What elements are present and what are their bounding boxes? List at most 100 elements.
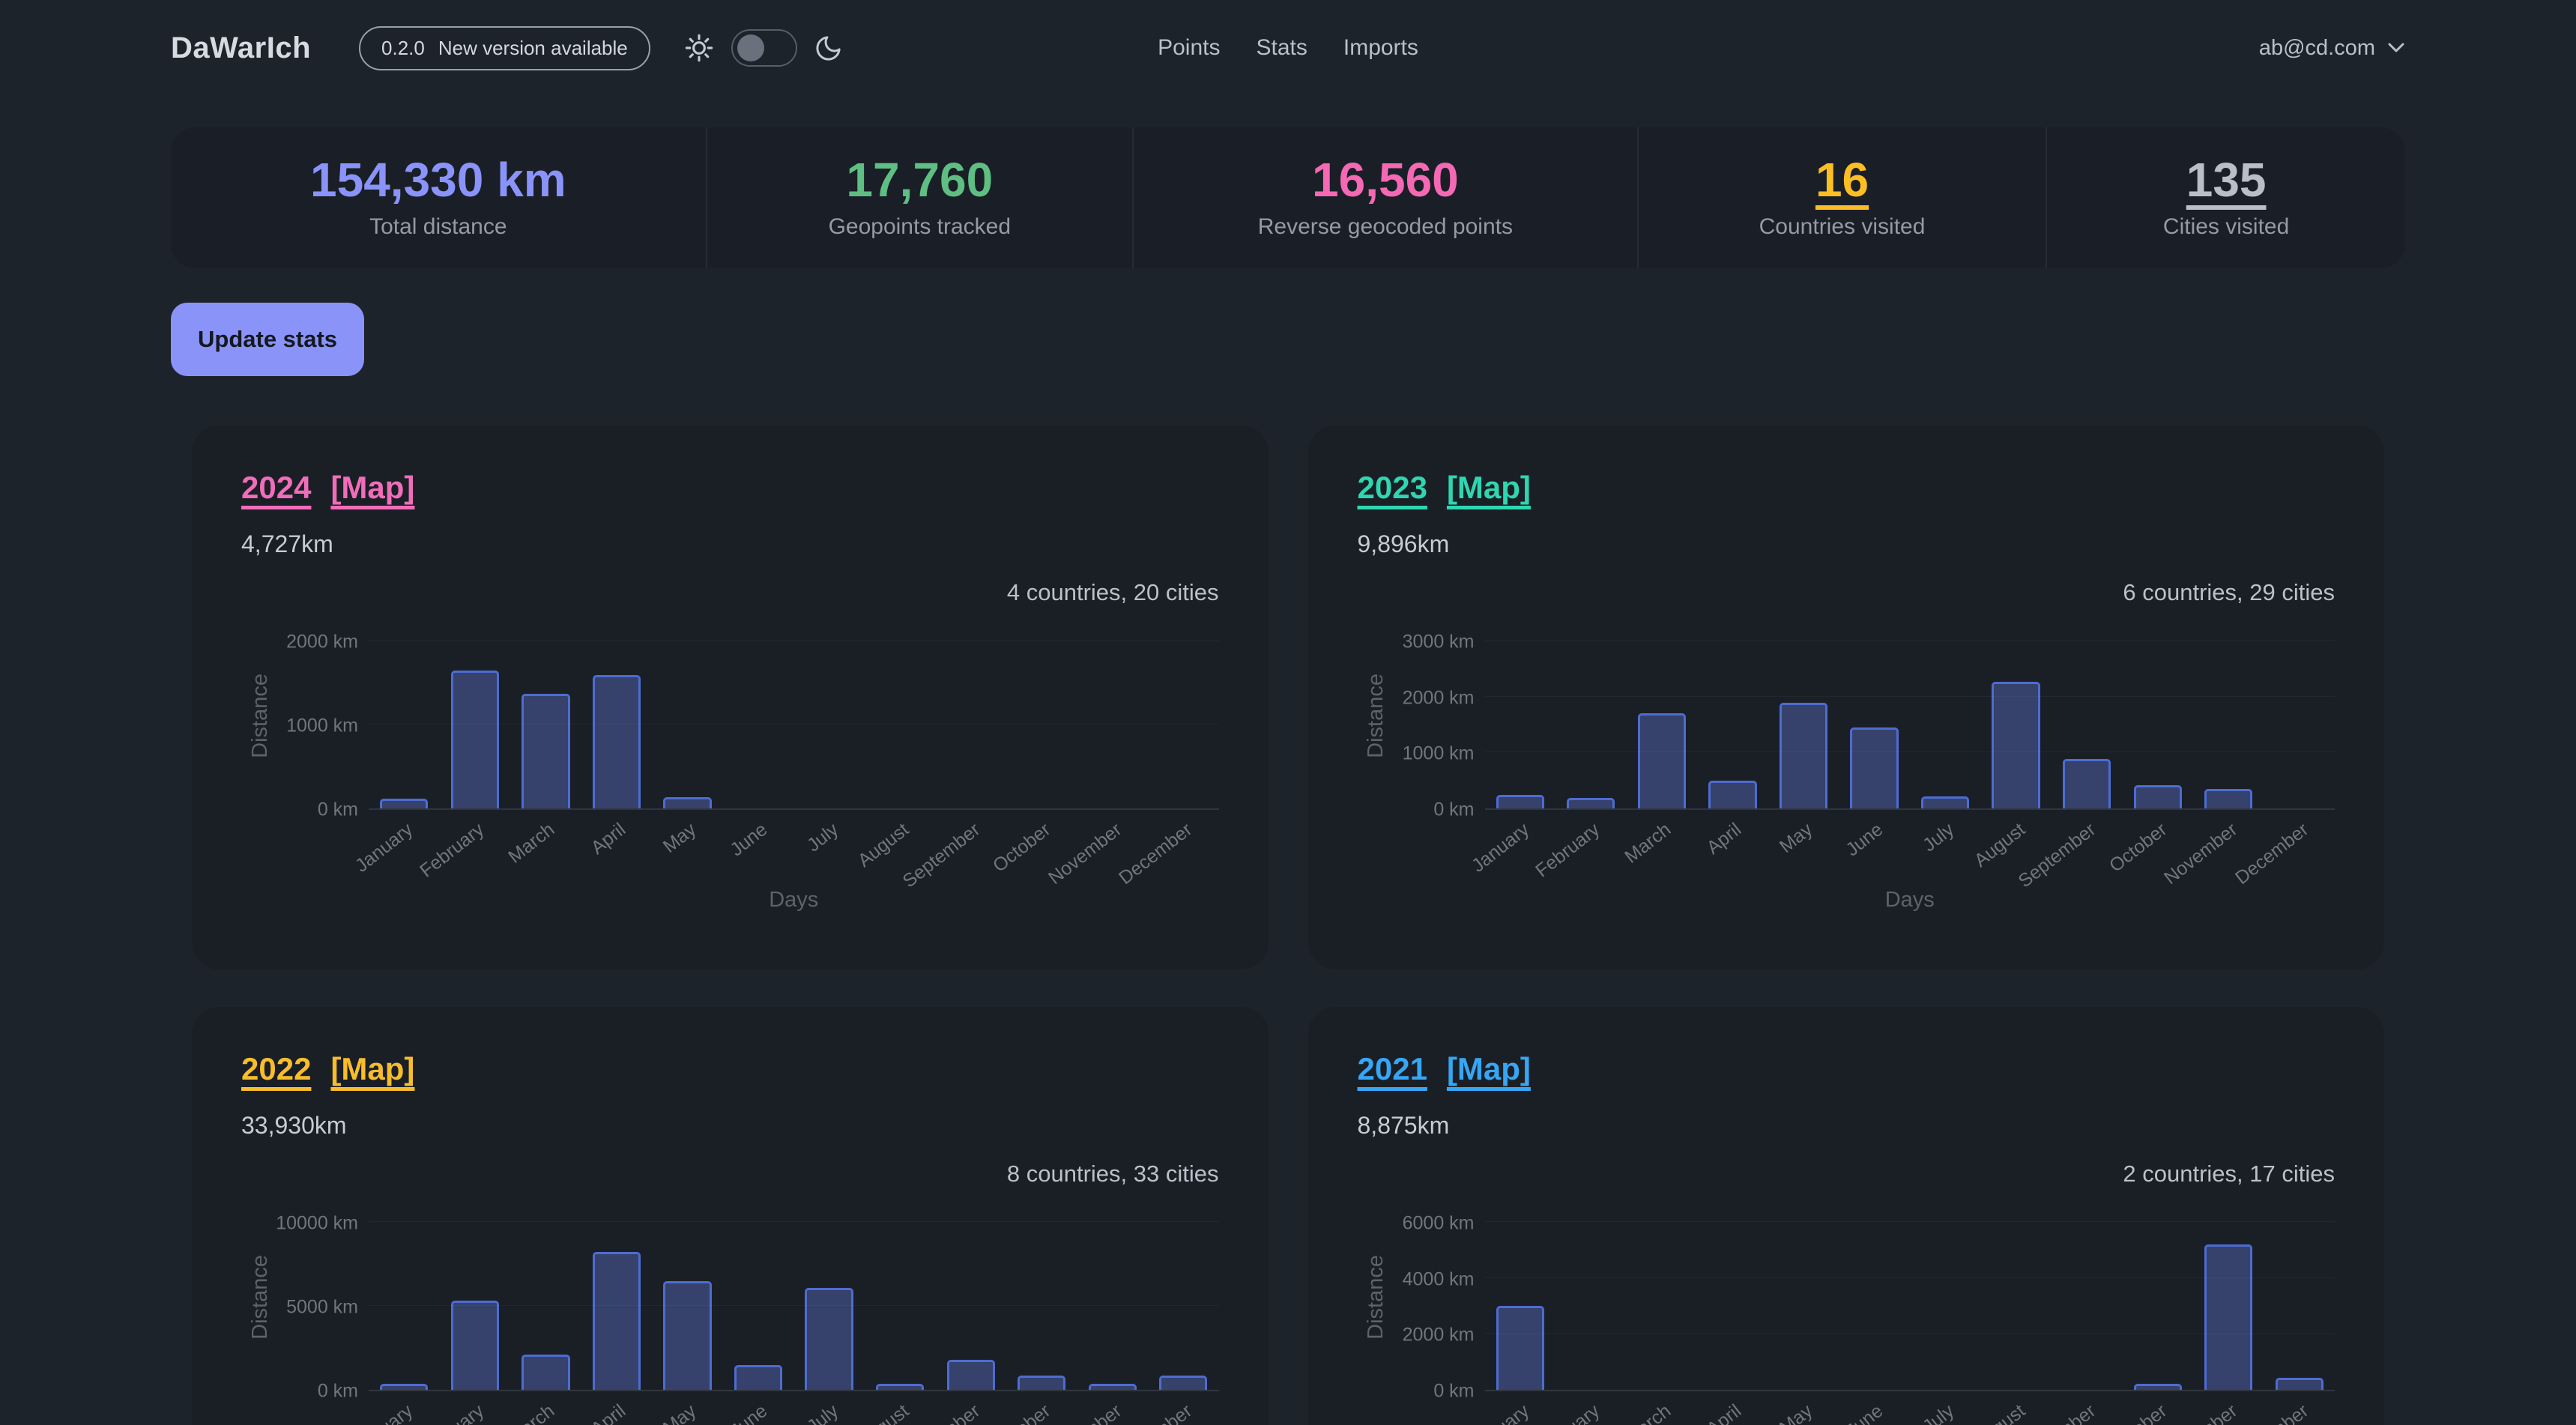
gridline — [1485, 1277, 2335, 1278]
year-link[interactable]: 2021 — [1358, 1053, 1427, 1085]
map-link[interactable]: [Map] — [1447, 1053, 1531, 1085]
chart-plot-area — [1485, 1202, 2335, 1391]
y-tick-label: 2000 km — [286, 632, 358, 653]
x-tick-label: April — [1703, 819, 1746, 859]
year-link[interactable]: 2022 — [241, 1053, 311, 1085]
bar-column — [1006, 1376, 1077, 1390]
bar — [2204, 789, 2252, 808]
year-distance: 9,896km — [1358, 530, 2335, 558]
bar — [380, 1384, 428, 1390]
x-tick-label: August — [1970, 819, 2029, 872]
stat-label: Geopoints tracked — [829, 214, 1011, 240]
bar-column — [935, 1360, 1006, 1390]
y-tick-label: 0 km — [318, 1381, 358, 1403]
x-tick-label: November — [1044, 1400, 1126, 1425]
bar — [521, 694, 569, 808]
stat-item: 135 Cities visited — [2046, 127, 2405, 268]
gridline — [1485, 1221, 2335, 1222]
y-tick-label: 2000 km — [1403, 687, 1475, 709]
bar — [1780, 703, 1827, 808]
moon-icon — [814, 33, 844, 63]
stat-label: Countries visited — [1759, 214, 1926, 240]
y-axis-ticks: 0 km1000 km2000 km — [279, 621, 369, 810]
x-tick-label: July — [802, 1400, 842, 1425]
x-tick-label: April — [587, 1400, 629, 1425]
chart-plot-area — [369, 621, 1219, 810]
x-axis-labels: JanuaryFebruaryMarchAprilMayJuneJulyAugu… — [1485, 810, 2335, 885]
x-tick-label: December — [2231, 819, 2313, 889]
bar-column — [510, 694, 581, 808]
stat-value: 154,330 km — [310, 156, 566, 204]
nav-points[interactable]: Points — [1158, 35, 1220, 61]
bar — [521, 1355, 569, 1390]
nav-imports[interactable]: Imports — [1343, 35, 1418, 61]
x-tick-label: September — [898, 819, 984, 892]
gridline — [1485, 751, 2335, 752]
bar-column — [865, 1384, 936, 1390]
app-logo[interactable]: DaWarIch — [171, 31, 311, 65]
x-tick-label: December — [1115, 1400, 1197, 1425]
bar-column — [1627, 713, 1698, 808]
bar-column — [2193, 1244, 2264, 1390]
year-card: 2024 [Map] 4,727km 4 countries, 20 citie… — [192, 426, 1269, 969]
chart-bars — [369, 621, 1219, 808]
bar — [593, 1252, 641, 1390]
year-distance: 33,930km — [241, 1112, 1219, 1140]
year-card: 2021 [Map] 8,875km 2 countries, 17 citie… — [1308, 1007, 2385, 1425]
year-card: 2023 [Map] 9,896km 6 countries, 29 citie… — [1308, 426, 2385, 969]
map-link[interactable]: [Map] — [1447, 472, 1531, 503]
gridline — [369, 640, 1219, 641]
bar — [663, 797, 711, 808]
year-card-header: 2021 [Map] — [1358, 1053, 2335, 1085]
y-tick-label: 0 km — [318, 799, 358, 821]
countries-cities-summary: 8 countries, 33 cities — [1007, 1161, 1219, 1188]
bar-column — [1768, 703, 1839, 808]
theme-toggle[interactable] — [731, 29, 797, 67]
x-tick-label: June — [1842, 1400, 1888, 1425]
x-tick-label: October — [989, 1400, 1055, 1425]
update-stats-button[interactable]: Update stats — [171, 303, 364, 376]
bar — [947, 1360, 995, 1390]
x-tick-label: September — [2015, 819, 2100, 892]
countries-cities-summary: 4 countries, 20 cities — [1007, 579, 1219, 606]
x-tick-label: December — [1115, 819, 1197, 889]
x-tick-label: January — [351, 1400, 417, 1425]
bar-column — [1980, 682, 2052, 808]
x-tick-label: January — [351, 819, 417, 877]
map-link[interactable]: [Map] — [330, 472, 414, 503]
toggle-knob — [737, 34, 764, 61]
bar-column — [581, 675, 653, 808]
bar — [1018, 1376, 1065, 1390]
bar — [1850, 727, 1898, 808]
stat-value[interactable]: 135 — [2186, 156, 2267, 204]
x-tick-label: October — [989, 819, 1055, 877]
x-tick-label: September — [898, 1400, 984, 1425]
nav-stats[interactable]: Stats — [1256, 35, 1307, 61]
stat-value[interactable]: 16 — [1815, 156, 1869, 204]
user-menu[interactable]: ab@cd.com — [2259, 36, 2405, 61]
x-axis-title: Days — [369, 888, 1219, 913]
year-distance: 8,875km — [1358, 1112, 2335, 1140]
bar — [1089, 1384, 1137, 1390]
y-axis-ticks: 0 km1000 km2000 km3000 km — [1395, 621, 1485, 810]
x-tick-label: November — [2160, 819, 2242, 889]
monthly-distance-bar-chart: Distance 0 km1000 km2000 km3000 km Janua… — [1358, 621, 2335, 913]
chart-bars — [1485, 1202, 2335, 1390]
map-link[interactable]: [Map] — [330, 1053, 414, 1085]
monthly-distance-bar-chart: Distance 0 km1000 km2000 km JanuaryFebru… — [241, 621, 1219, 913]
stat-label: Cities visited — [2163, 214, 2289, 240]
x-tick-label: February — [1532, 819, 1604, 882]
year-cards-grid: 2024 [Map] 4,727km 4 countries, 20 citie… — [192, 426, 2384, 1425]
bar-column — [1910, 796, 1981, 808]
bar-column — [510, 1355, 581, 1390]
gridline — [1485, 640, 2335, 641]
bar-column — [793, 1288, 865, 1390]
x-axis-labels: JanuaryFebruaryMarchAprilMayJuneJulyAugu… — [1485, 1391, 2335, 1425]
bar-column — [1697, 781, 1768, 808]
bar-column — [581, 1252, 653, 1390]
year-link[interactable]: 2023 — [1358, 472, 1427, 503]
version-number: 0.2.0 — [381, 37, 425, 60]
version-badge[interactable]: 0.2.0 New version available — [359, 26, 650, 70]
x-axis-title: Days — [1485, 888, 2335, 913]
year-link[interactable]: 2024 — [241, 472, 311, 503]
